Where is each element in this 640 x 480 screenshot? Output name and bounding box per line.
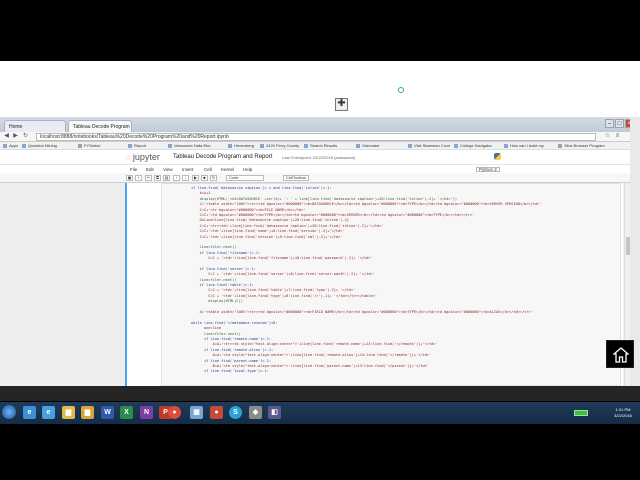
- kernel-indicator: Python 2: [476, 167, 500, 172]
- battery-icon[interactable]: [574, 410, 588, 416]
- loading-spinner-icon: [398, 87, 404, 93]
- home-icon: [613, 347, 629, 363]
- add-cell-icon[interactable]: +: [135, 175, 142, 181]
- ie-icon[interactable]: e: [23, 406, 36, 419]
- app-icon[interactable]: ●: [210, 406, 223, 419]
- tab-tableau-decode[interactable]: Tableau Decode Program: [68, 120, 132, 132]
- bookmark-item[interactable]: Slick Browser Program: [558, 143, 605, 149]
- code-line: if line.find('local-type')>-1:: [165, 369, 269, 374]
- jupyter-header: ◌ jupyter Tableau Decode Program and Rep…: [0, 150, 640, 164]
- menu-kernel[interactable]: Kernel: [221, 167, 234, 172]
- jupyter-logo-icon: ◌: [125, 152, 131, 162]
- notebook-title[interactable]: Tableau Decode Program and Report: [173, 154, 272, 160]
- tool-icon[interactable]: ◆: [249, 406, 262, 419]
- move-cursor-icon: ✚: [335, 98, 348, 111]
- address-bar: ◀ ▶ ↻ localhost:8888/notebooks/Tableau%2…: [0, 132, 640, 142]
- bookmark-item[interactable]: Apps: [3, 143, 18, 149]
- star-icon[interactable]: ☆: [604, 133, 611, 140]
- network-icon[interactable]: ▦: [190, 406, 203, 419]
- onenote-icon[interactable]: N: [140, 406, 153, 419]
- browser-window: Home Tableau Decode Program – □ × ◀ ▶ ↻ …: [0, 117, 640, 401]
- minimize-icon[interactable]: –: [605, 119, 614, 128]
- bookmark-item[interactable]: How can I build my: [504, 143, 544, 149]
- start-button[interactable]: [2, 405, 16, 419]
- bookmark-item[interactable]: College Navigator: [454, 143, 492, 149]
- folder-icon[interactable]: ▆: [81, 406, 94, 419]
- cut-icon[interactable]: ✂: [145, 175, 152, 181]
- video-bar: [0, 386, 640, 401]
- bookmark-item[interactable]: Search Results: [304, 143, 337, 149]
- menu-help[interactable]: Help: [243, 167, 252, 172]
- cell-type-select[interactable]: Code: [226, 175, 264, 181]
- bookmarks-bar: Apps Question Mining FYSelect Report Van…: [0, 142, 640, 150]
- code-editor[interactable]: if line.find('datasource caption')>-1 an…: [161, 183, 621, 386]
- bookmark-item[interactable]: Vancouver Data Ebs: [168, 143, 210, 149]
- code-cell[interactable]: if line.find('datasource caption')>-1 an…: [125, 183, 623, 386]
- menu-edit[interactable]: Edit: [146, 167, 154, 172]
- bookmark-item[interactable]: Visionaire: [356, 143, 380, 149]
- bookmark-item[interactable]: Hrmenberg: [228, 143, 254, 149]
- notebook-menubar: File Edit View Insert Cell Kernel Help P…: [0, 164, 640, 173]
- excel-icon[interactable]: X: [120, 406, 133, 419]
- word-icon[interactable]: W: [101, 406, 114, 419]
- url-input[interactable]: localhost:8888/notebooks/Tableau%20Decod…: [36, 133, 596, 141]
- notebook-toolbar: ▣ + ✂ ⧉ ▤ ↑ ↓ ▶ ■ ↻ Code CellToolbar: [0, 173, 640, 183]
- cell-toolbar-button[interactable]: CellToolbar: [283, 175, 310, 181]
- menu-insert[interactable]: Insert: [182, 167, 193, 172]
- ie-icon[interactable]: e: [42, 406, 55, 419]
- screen: ✚ Home Tableau Decode Program – □ × ◀ ▶ …: [0, 0, 640, 480]
- chrome-icon[interactable]: ●: [168, 406, 181, 419]
- menu-view[interactable]: View: [163, 167, 173, 172]
- run-icon[interactable]: ▶: [192, 175, 199, 181]
- bookmark-item[interactable]: Question Mining: [22, 143, 57, 149]
- move-up-icon[interactable]: ↑: [173, 175, 180, 181]
- bookmark-item[interactable]: FYSelect: [78, 143, 100, 149]
- home-button[interactable]: [606, 340, 634, 368]
- restart-icon[interactable]: ↻: [210, 175, 217, 181]
- system-clock[interactable]: 1:01 PM 3/22/2016: [610, 407, 636, 419]
- reload-icon[interactable]: ↻: [22, 133, 29, 140]
- back-icon[interactable]: ◀: [3, 133, 10, 140]
- tab-bar: Home Tableau Decode Program – □ ×: [0, 117, 640, 132]
- bookmark-item[interactable]: 2420 Ferry County: [260, 143, 299, 149]
- folder-icon[interactable]: ▆: [62, 406, 75, 419]
- bookmark-item[interactable]: Visit Stateman Cove: [408, 143, 450, 149]
- python-logo-icon: [494, 153, 501, 160]
- jupyter-logo[interactable]: ◌ jupyter: [125, 152, 160, 162]
- menu-file[interactable]: File: [130, 167, 137, 172]
- skype-icon[interactable]: S: [229, 406, 242, 419]
- menu-cell[interactable]: Cell: [204, 167, 212, 172]
- paste-icon[interactable]: ▤: [163, 175, 170, 181]
- maximize-icon[interactable]: □: [615, 119, 624, 128]
- stop-icon[interactable]: ■: [201, 175, 208, 181]
- windows-taskbar: e e ▆ ▆ W X N P ● ▦ ● S ◆ ◧ 1:01 PM 3/22…: [0, 402, 640, 424]
- notebook-area: if line.find('datasource caption')>-1 an…: [0, 183, 640, 386]
- move-down-icon[interactable]: ↓: [182, 175, 189, 181]
- menu-icon[interactable]: ≡: [614, 133, 621, 140]
- desktop-area: ✚: [0, 61, 640, 117]
- copy-icon[interactable]: ⧉: [154, 175, 161, 181]
- forward-icon[interactable]: ▶: [12, 133, 19, 140]
- save-icon[interactable]: ▣: [126, 175, 133, 181]
- bookmark-item[interactable]: Report: [128, 143, 146, 149]
- checkpoint-status: Last Checkpoint: 03/22/2016 (autosaved): [282, 155, 356, 160]
- app-icon[interactable]: ◧: [268, 406, 281, 419]
- tab-home[interactable]: Home: [4, 120, 66, 132]
